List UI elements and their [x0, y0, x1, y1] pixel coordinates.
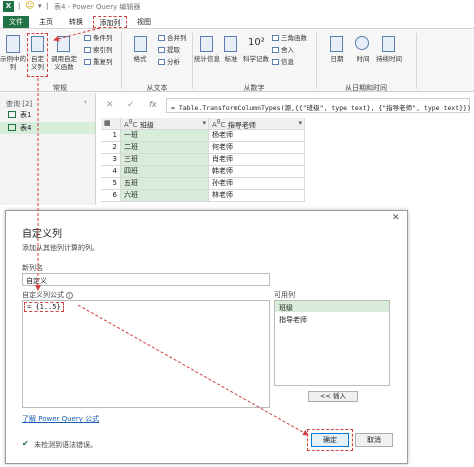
annotation-arrows: [35, 27, 309, 436]
arrow-tab-to-custom-column: [53, 27, 101, 42]
arrow-formula-to-ok: [77, 304, 309, 436]
